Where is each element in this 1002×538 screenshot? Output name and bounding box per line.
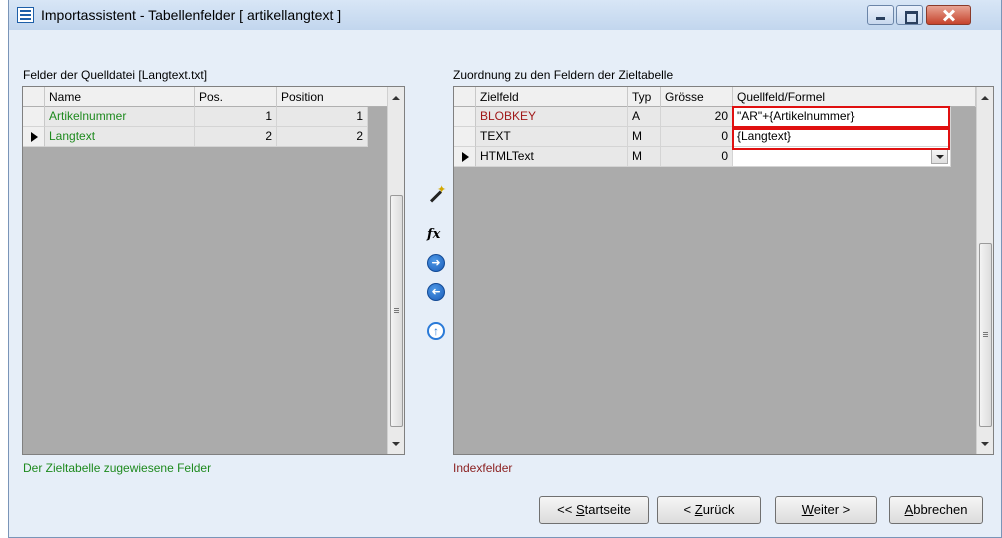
source-position-cell[interactable]: 2 [277,127,368,147]
button-label-rest: tartseite [584,502,631,517]
source-grid-header: Name Pos. Position [23,87,389,107]
highlight-frame [732,106,950,128]
scroll-grip-icon [983,332,988,333]
button-prefix: < [683,502,695,517]
scroll-thumb[interactable] [390,195,403,427]
minimize-button[interactable] [867,5,894,25]
fx-icon[interactable]: fx [427,226,445,244]
target-field-cell[interactable]: BLOBKEY [476,107,628,127]
target-field-cell[interactable]: HTMLText [476,147,628,167]
button-accelerator: Z [694,502,703,517]
table-row[interactable]: Artikelnummer 1 1 [23,107,368,127]
current-row-indicator[interactable] [23,127,45,147]
table-row[interactable]: HTMLText M 0 [454,147,951,167]
back-button[interactable]: < Zurück [657,496,761,524]
title-bar[interactable]: Importassistent - Tabellenfelder [ artik… [9,0,1001,30]
import-wizard-window: Importassistent - Tabellenfelder [ artik… [8,0,1002,538]
button-accelerator: S [575,502,585,517]
target-type-cell[interactable]: A [628,107,661,127]
target-fields-label: Zuordnung zu den Feldern der Zieltabelle [453,68,674,82]
maximize-button[interactable] [896,5,923,25]
next-button[interactable]: Weiter > [775,496,877,524]
target-size-cell[interactable]: 0 [661,147,733,167]
table-row[interactable]: Langtext 2 2 [23,127,368,147]
source-position-cell[interactable]: 1 [277,107,368,127]
button-prefix: << [557,502,576,517]
col-header-pos[interactable]: Pos. [195,87,277,107]
button-accelerator: A [904,502,914,517]
close-button[interactable] [926,5,971,25]
scroll-down-button[interactable] [977,435,993,452]
row-selector[interactable] [454,107,476,127]
scroll-up-button[interactable] [977,89,993,106]
source-pos-cell[interactable]: 1 [195,107,277,127]
row-selector-header [454,87,476,107]
cancel-button[interactable]: Abbrechen [889,496,983,524]
source-pos-cell[interactable]: 2 [195,127,277,147]
current-row-indicator[interactable] [454,147,476,167]
source-grid-scrollbar[interactable] [387,87,404,454]
source-name-cell[interactable]: Artikelnummer [45,107,195,127]
start-page-button[interactable]: << Startseite [539,496,649,524]
scroll-up-button[interactable] [388,89,404,106]
col-header-typ[interactable]: Typ [628,87,661,107]
button-label-rest: urück [702,502,735,517]
scroll-thumb[interactable] [979,243,992,427]
button-accelerator: W [801,502,814,517]
index-fields-legend: Indexfelder [453,461,513,475]
formula-combobox[interactable] [733,147,951,167]
highlight-frame [732,128,950,150]
scroll-down-button[interactable] [388,435,404,452]
row-selector-header [23,87,45,107]
col-header-quellfeld-formel[interactable]: Quellfeld/Formel [733,87,976,107]
target-grid-scrollbar[interactable] [976,87,993,454]
dropdown-arrow-icon[interactable] [931,149,948,164]
arrow-right-icon[interactable] [427,254,445,272]
target-size-cell[interactable]: 20 [661,107,733,127]
target-type-cell[interactable]: M [628,127,661,147]
scroll-grip-icon [394,308,399,309]
source-name-cell[interactable]: Langtext [45,127,195,147]
app-window-icon [17,7,34,23]
source-fields-grid[interactable]: Name Pos. Position Artikelnummer 1 1 Lan… [22,86,405,455]
button-label-rest: bbrechen [913,502,968,517]
source-fields-label: Felder der Quelldatei [Langtext.txt] [23,68,208,82]
row-selector[interactable] [23,107,45,127]
window-title: Importassistent - Tabellenfelder [ artik… [41,7,342,23]
arrow-up-icon[interactable] [427,322,445,340]
target-field-cell[interactable]: TEXT [476,127,628,147]
assigned-fields-legend: Der Zieltabelle zugewiesene Felder [23,461,212,475]
col-header-zielfeld[interactable]: Zielfeld [476,87,628,107]
button-label-rest: eiter > [813,502,851,517]
col-header-name[interactable]: Name [45,87,195,107]
col-header-groesse[interactable]: Grösse [661,87,733,107]
target-type-cell[interactable]: M [628,147,661,167]
target-grid-header: Zielfeld Typ Grösse Quellfeld/Formel [454,87,976,107]
row-selector[interactable] [454,127,476,147]
col-header-position[interactable]: Position [277,87,389,107]
target-size-cell[interactable]: 0 [661,127,733,147]
arrow-left-icon[interactable] [427,283,445,301]
target-fields-grid[interactable]: Zielfeld Typ Grösse Quellfeld/Formel BLO… [453,86,994,455]
wand-icon[interactable] [427,183,446,205]
